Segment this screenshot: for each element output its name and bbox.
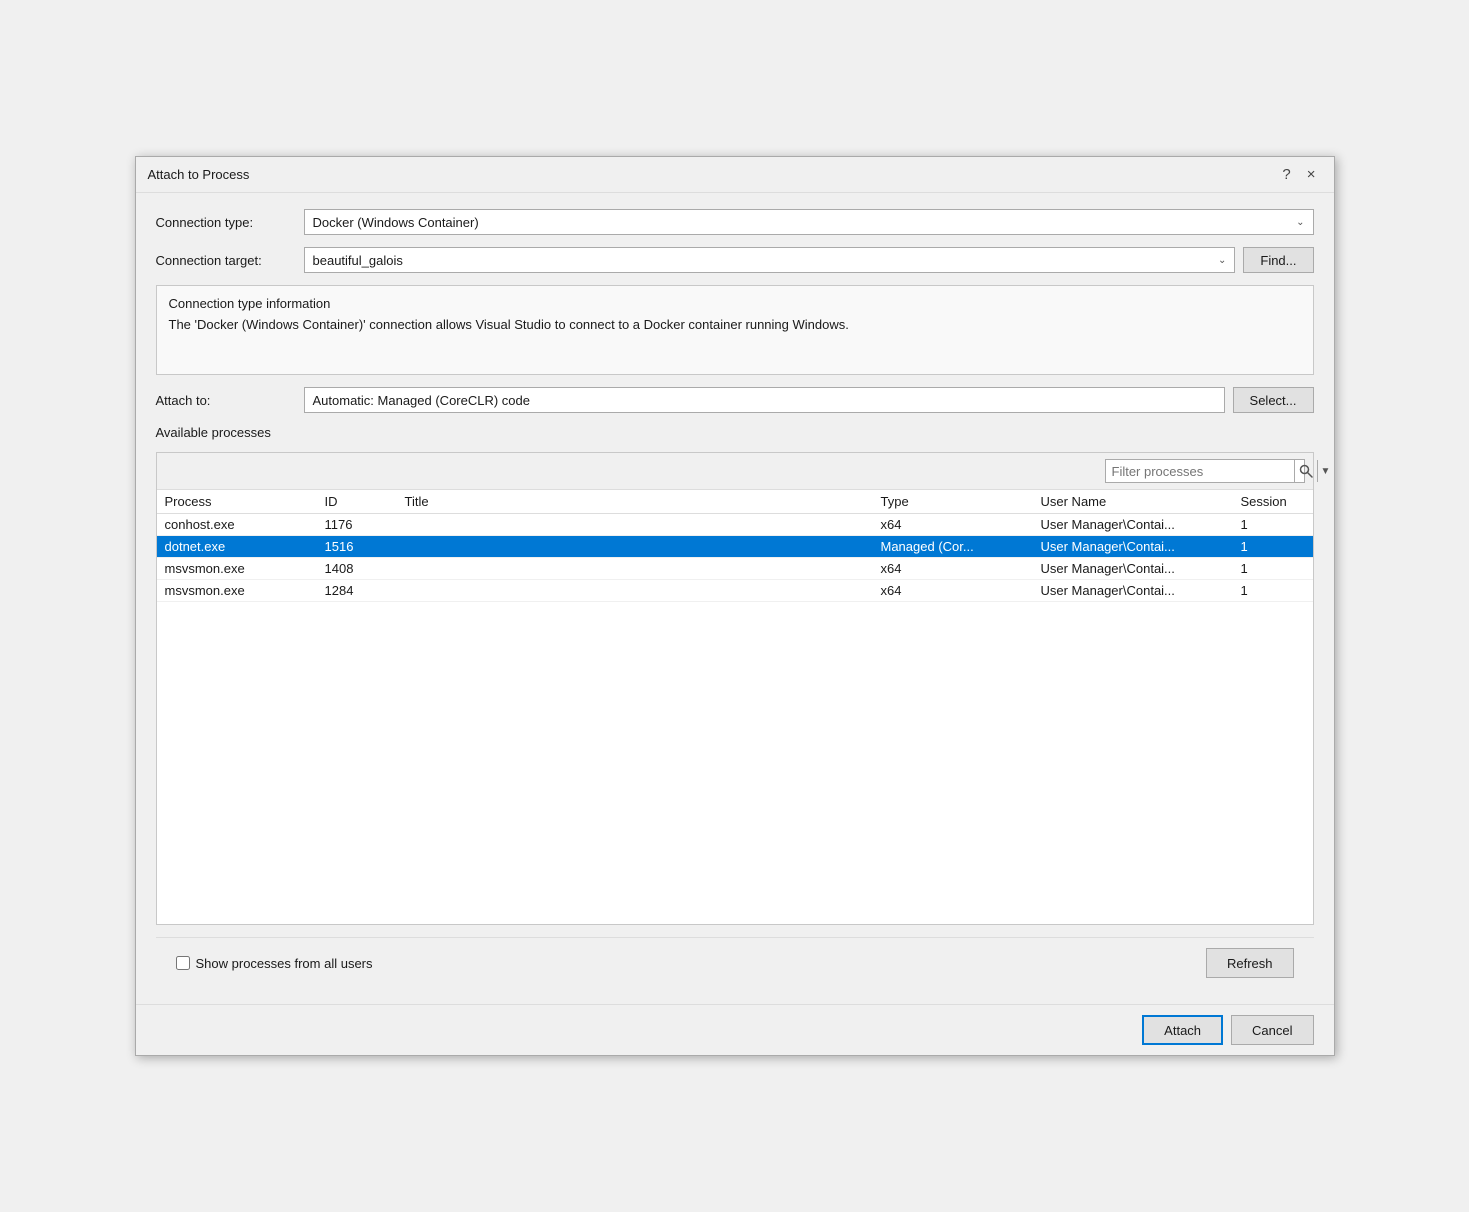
filter-processes-input[interactable] — [1106, 462, 1294, 481]
select-button[interactable]: Select... — [1233, 387, 1314, 413]
info-box-title: Connection type information — [169, 296, 1301, 311]
table-row[interactable]: msvsmon.exe1408 x64User Manager\Contai...… — [157, 558, 1313, 580]
table-cell — [397, 580, 873, 602]
filter-search-button[interactable] — [1294, 460, 1317, 482]
process-tbody: conhost.exe1176x64User Manager\Contai...… — [157, 514, 1313, 602]
attach-to-label: Attach to: — [156, 393, 296, 408]
attach-to-value-box: Automatic: Managed (CoreCLR) code — [304, 387, 1225, 413]
connection-type-label: Connection type: — [156, 215, 296, 230]
connection-target-arrow-icon: ⌄ — [1218, 255, 1226, 266]
table-cell — [397, 536, 873, 558]
refresh-button[interactable]: Refresh — [1206, 948, 1294, 978]
col-header-session: Session — [1233, 490, 1313, 514]
table-cell: User Manager\Contai... — [1033, 558, 1233, 580]
table-cell: conhost.exe — [157, 514, 317, 536]
info-box-text: The 'Docker (Windows Container)' connect… — [169, 317, 1301, 332]
show-all-users-checkbox[interactable] — [176, 956, 190, 970]
table-header-row: Process ID Title Type User Name Session — [157, 490, 1313, 514]
table-cell: 1 — [1233, 514, 1313, 536]
help-button[interactable]: ? — [1276, 165, 1296, 184]
filter-dropdown-arrow-icon: ▼ — [1321, 466, 1331, 477]
close-button[interactable]: × — [1301, 165, 1322, 184]
attach-to-row: Attach to: Automatic: Managed (CoreCLR) … — [156, 387, 1314, 413]
table-cell: msvsmon.exe — [157, 580, 317, 602]
connection-target-control: beautiful_galois ⌄ Find... — [304, 247, 1314, 273]
table-cell: 1284 — [317, 580, 397, 602]
action-buttons: Attach Cancel — [136, 1004, 1334, 1055]
show-all-users-label: Show processes from all users — [196, 956, 373, 971]
table-cell: x64 — [873, 580, 1033, 602]
table-cell: dotnet.exe — [157, 536, 317, 558]
info-box: Connection type information The 'Docker … — [156, 285, 1314, 375]
table-cell: User Manager\Contai... — [1033, 536, 1233, 558]
find-button[interactable]: Find... — [1243, 247, 1313, 273]
show-all-users-row: Show processes from all users — [176, 956, 373, 971]
connection-type-control: Docker (Windows Container) ⌄ — [304, 209, 1314, 235]
search-icon — [1299, 464, 1313, 478]
attach-to-control: Automatic: Managed (CoreCLR) code Select… — [304, 387, 1314, 413]
table-cell: msvsmon.exe — [157, 558, 317, 580]
col-header-type: Type — [873, 490, 1033, 514]
table-cell: 1 — [1233, 536, 1313, 558]
title-bar-left: Attach to Process — [148, 167, 250, 182]
processes-table: Process ID Title Type User Name Session … — [157, 490, 1313, 602]
process-table: Process ID Title Type User Name Session … — [157, 490, 1313, 924]
connection-target-label: Connection target: — [156, 253, 296, 268]
table-cell: x64 — [873, 514, 1033, 536]
filter-bar: ▼ — [157, 453, 1313, 490]
connection-type-value: Docker (Windows Container) — [313, 215, 479, 230]
table-cell: x64 — [873, 558, 1033, 580]
available-processes-section: ▼ Process ID Title Type User Name Sessio… — [156, 452, 1314, 925]
available-processes-label: Available processes — [156, 425, 1314, 440]
col-header-username: User Name — [1033, 490, 1233, 514]
table-cell: 1408 — [317, 558, 397, 580]
col-header-process: Process — [157, 490, 317, 514]
table-cell: User Manager\Contai... — [1033, 580, 1233, 602]
attach-to-process-dialog: Attach to Process ? × Connection type: D… — [135, 156, 1335, 1056]
table-cell: Managed (Cor... — [873, 536, 1033, 558]
col-header-title: Title — [397, 490, 873, 514]
bottom-bar: Show processes from all users Refresh — [156, 937, 1314, 988]
table-cell — [397, 558, 873, 580]
table-cell: 1176 — [317, 514, 397, 536]
table-row[interactable]: dotnet.exe1516 Managed (Cor...User Manage… — [157, 536, 1313, 558]
table-row[interactable]: msvsmon.exe1284 x64User Manager\Contai...… — [157, 580, 1313, 602]
connection-type-row: Connection type: Docker (Windows Contain… — [156, 209, 1314, 235]
table-cell — [397, 514, 873, 536]
attach-button[interactable]: Attach — [1142, 1015, 1223, 1045]
title-bar-controls: ? × — [1276, 165, 1321, 184]
dialog-title: Attach to Process — [148, 167, 250, 182]
col-header-id: ID — [317, 490, 397, 514]
dialog-body: Connection type: Docker (Windows Contain… — [136, 193, 1334, 1004]
table-row[interactable]: conhost.exe1176 x64User Manager\Contai...… — [157, 514, 1313, 536]
connection-type-combo[interactable]: Docker (Windows Container) ⌄ — [304, 209, 1314, 235]
table-cell: User Manager\Contai... — [1033, 514, 1233, 536]
connection-target-row: Connection target: beautiful_galois ⌄ Fi… — [156, 247, 1314, 273]
filter-dropdown-button[interactable]: ▼ — [1317, 460, 1334, 482]
connection-target-combo[interactable]: beautiful_galois ⌄ — [304, 247, 1236, 273]
table-cell: 1 — [1233, 558, 1313, 580]
table-cell: 1 — [1233, 580, 1313, 602]
connection-target-value: beautiful_galois — [313, 253, 403, 268]
cancel-button[interactable]: Cancel — [1231, 1015, 1313, 1045]
attach-to-value: Automatic: Managed (CoreCLR) code — [313, 393, 531, 408]
title-bar: Attach to Process ? × — [136, 157, 1334, 193]
filter-input-wrapper: ▼ — [1105, 459, 1305, 483]
section-label-text: Available processes — [156, 425, 271, 440]
table-cell: 1516 — [317, 536, 397, 558]
connection-type-arrow-icon: ⌄ — [1296, 217, 1304, 228]
